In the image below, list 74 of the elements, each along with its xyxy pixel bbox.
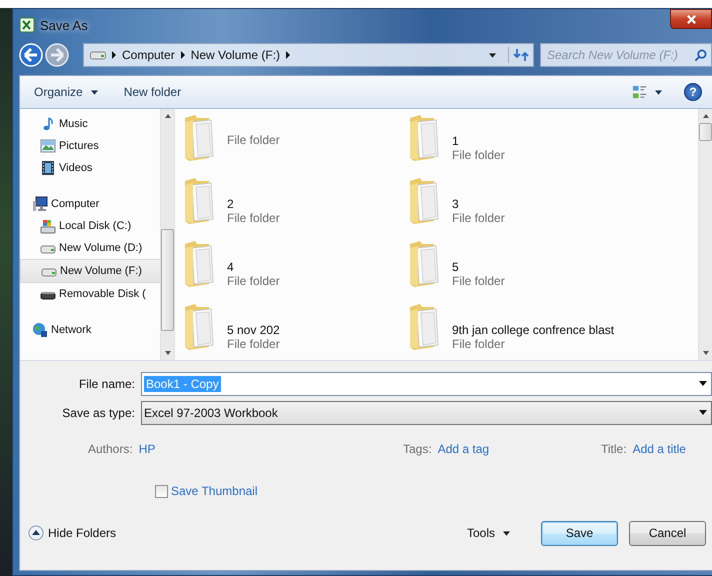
system-drive-icon <box>40 218 56 234</box>
sidebar-item[interactable]: Videos <box>20 157 160 179</box>
file-type: File folder <box>452 148 505 162</box>
sidebar-item[interactable]: Network <box>20 319 160 341</box>
field-label: Save as type: <box>61 406 136 420</box>
organize-button[interactable]: Organize <box>30 83 87 101</box>
metadata-link[interactable]: Add a tag <box>438 442 490 456</box>
dropdown-icon[interactable] <box>489 52 496 58</box>
metadata-label: Tags: <box>403 442 432 456</box>
file-name[interactable]: 2 <box>227 197 280 211</box>
file-type: File folder <box>452 211 505 225</box>
file-name[interactable]: 3 <box>452 197 505 211</box>
save-type-value: Excel 97-2003 Workbook <box>144 406 278 420</box>
save-button[interactable]: Save <box>541 520 618 546</box>
checkbox[interactable] <box>155 484 168 498</box>
breadcrumb[interactable]: New Volume (F:) <box>190 48 280 62</box>
new-folder-button[interactable]: New folder <box>120 83 186 101</box>
file-type: File folder <box>227 133 280 147</box>
file-type: File folder <box>452 337 506 351</box>
spreadsheet-icon <box>19 17 35 33</box>
chevron-icon[interactable] <box>286 51 290 59</box>
tools-button[interactable]: Tools <box>464 524 497 542</box>
address-bar[interactable]: Computer New Volume (F:) <box>83 43 534 67</box>
file-name[interactable]: 9th jan college confrence blast <box>452 323 614 337</box>
save-thumbnail-label[interactable]: Save Thumbnail <box>171 484 258 498</box>
drive-icon <box>90 50 106 60</box>
metadata-link[interactable]: Add a title <box>632 442 686 456</box>
dropdown-icon[interactable] <box>699 381 707 386</box>
sidebar-item[interactable]: Local Disk (C:) <box>20 215 160 237</box>
save-type-dropdown[interactable]: Excel 97-2003 Workbook <box>141 400 712 424</box>
file-name[interactable]: 4 <box>227 260 280 274</box>
chevron-icon[interactable] <box>112 51 116 59</box>
search-field[interactable]: Search New Volume (F:) <box>540 43 712 67</box>
scrollbar[interactable] <box>160 109 174 360</box>
scrollbar[interactable] <box>698 109 712 360</box>
search-icon <box>694 48 707 62</box>
computer-icon <box>32 196 48 212</box>
sidebar-item[interactable]: New Volume (D:) <box>20 237 160 259</box>
caret-icon[interactable] <box>503 530 510 536</box>
view-icon[interactable] <box>632 84 647 100</box>
cancel-button[interactable]: Cancel <box>629 520 706 546</box>
hide-folders-button[interactable]: Hide Folders <box>28 525 116 541</box>
metadata-link[interactable]: HP <box>138 442 156 456</box>
chevron-icon[interactable] <box>180 51 185 59</box>
network-icon <box>32 322 48 338</box>
pictures-icon <box>40 138 56 154</box>
file-type: File folder <box>227 274 280 288</box>
file-name[interactable]: 5 nov 202 <box>227 323 280 337</box>
sidebar-item[interactable]: New Volume (F:) <box>20 259 160 283</box>
file-name-value: Book1 - Copy <box>144 376 221 392</box>
caret-icon[interactable] <box>655 90 662 94</box>
field-label: File name: <box>78 376 136 390</box>
metadata-label: Title: <box>601 442 627 456</box>
file-type: File folder <box>227 337 280 351</box>
file-type: File folder <box>452 274 505 288</box>
sidebar-item[interactable]: Computer <box>20 193 160 215</box>
file-type: File folder <box>227 211 280 225</box>
sidebar-item[interactable]: Removable Disk ( <box>20 283 160 305</box>
help-button[interactable]: ? <box>684 83 702 101</box>
dropdown-icon[interactable] <box>699 410 707 415</box>
forward-icon[interactable] <box>45 43 69 67</box>
videos-icon <box>40 160 56 176</box>
sidebar-item[interactable]: Music <box>20 113 160 135</box>
file-name[interactable]: 5 <box>452 260 505 274</box>
caret-icon[interactable] <box>90 90 98 94</box>
window-title: Save As <box>40 18 88 32</box>
breadcrumb[interactable]: Computer <box>122 48 175 62</box>
file-name[interactable]: 1 <box>452 134 505 148</box>
close-icon <box>686 14 696 24</box>
collapse-icon <box>28 525 44 541</box>
metadata-label: Authors: <box>88 442 133 456</box>
sidebar-item[interactable]: Pictures <box>20 135 160 157</box>
back-icon[interactable] <box>19 43 43 67</box>
close-button[interactable] <box>670 9 712 29</box>
